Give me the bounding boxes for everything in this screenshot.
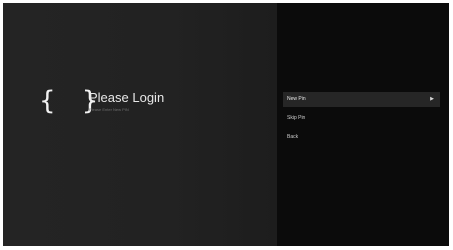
login-subtitle: Please Enter New PIN xyxy=(89,107,129,112)
menu-item-back[interactable]: Back xyxy=(283,130,440,145)
menu-item-label: Skip Pin xyxy=(287,115,306,121)
login-title: Please Login xyxy=(89,90,165,105)
menu-item-new-pin[interactable]: New Pin ▶ xyxy=(283,92,440,107)
menu-item-label: Back xyxy=(287,134,299,140)
login-panel: { } Please Login Please Enter New PIN xyxy=(3,3,277,246)
menu-item-skip-pin[interactable]: Skip Pin xyxy=(283,111,440,126)
chevron-right-icon: ▶ xyxy=(430,96,434,102)
pin-options-menu: New Pin ▶ Skip Pin Back xyxy=(283,92,440,149)
menu-item-label: New Pin xyxy=(287,96,306,102)
